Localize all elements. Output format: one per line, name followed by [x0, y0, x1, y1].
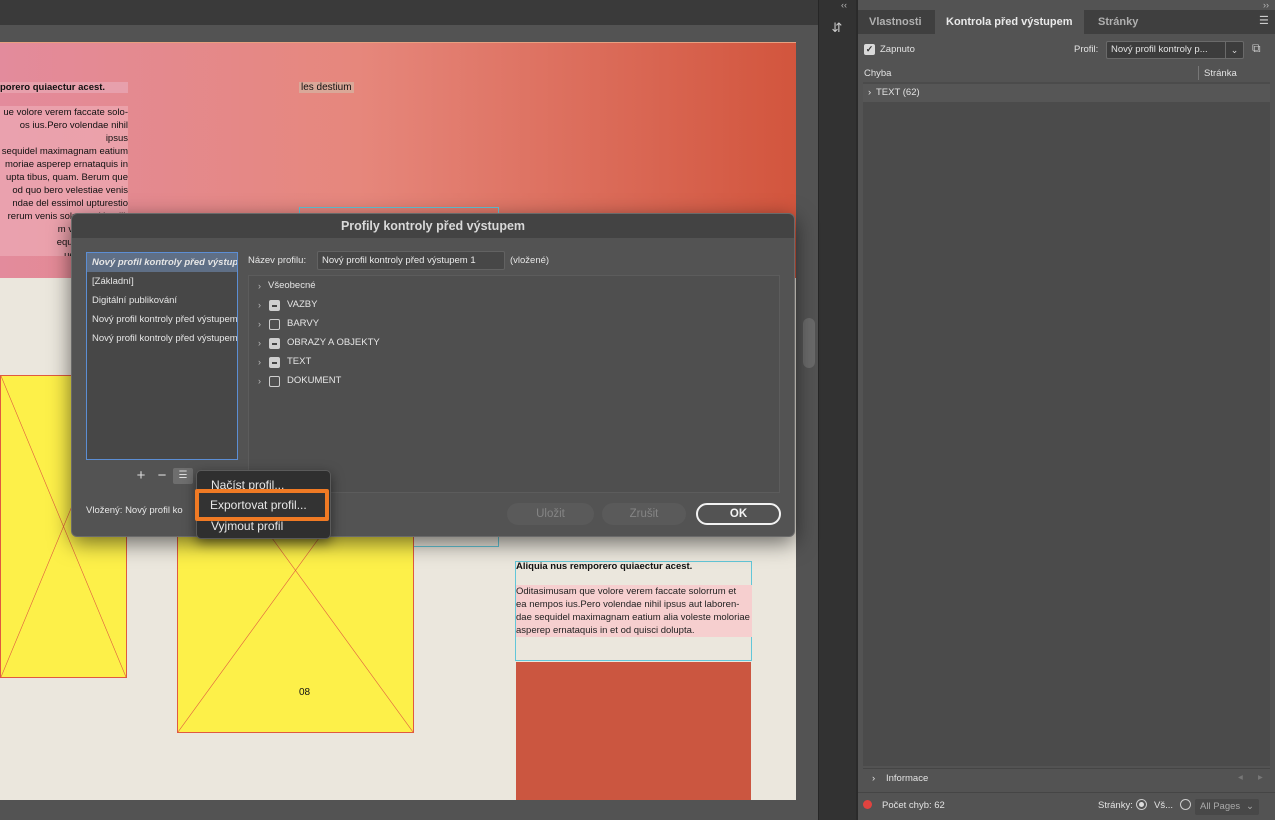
- aside-heading[interactable]: Aliquia nus remporero quiaectur acest.: [516, 561, 692, 572]
- page-number: 08: [299, 687, 311, 698]
- chevron-right-icon[interactable]: ›: [258, 372, 261, 390]
- collapse-panel-icon[interactable]: ››: [1263, 0, 1269, 10]
- red-color-block[interactable]: [516, 662, 751, 800]
- next-arrow-icon[interactable]: ▸: [1258, 772, 1263, 783]
- error-count: Počet chyb: 62: [882, 800, 945, 811]
- profile-dropdown[interactable]: Nový profil kontroly p... ⌄: [1106, 41, 1244, 59]
- aside-body-text[interactable]: Oditasimusam que volore verem faccate so…: [516, 585, 752, 637]
- tree-label: DOKUMENT: [287, 375, 342, 386]
- ok-button[interactable]: OK: [696, 503, 781, 525]
- cancel-button[interactable]: Zrušit: [602, 503, 686, 525]
- info-section[interactable]: › Informace ◂ ▸: [863, 768, 1270, 788]
- placeholder-cross: [178, 530, 413, 732]
- profile-list: Nový profil kontroly před výstupem 1 [Zá…: [86, 252, 238, 460]
- profile-label: Profil:: [1074, 44, 1099, 55]
- info-label: Informace: [886, 773, 929, 784]
- tree-label: TEXT: [287, 356, 312, 367]
- chevron-right-icon[interactable]: ›: [258, 296, 261, 314]
- define-profiles-icon[interactable]: ⧉: [1252, 41, 1266, 55]
- tree-label: VAZBY: [287, 299, 318, 310]
- profile-item-selected[interactable]: Nový profil kontroly před výstupem 1: [87, 253, 237, 272]
- embedded-profile-label: Vložený: Nový profil ko: [86, 505, 183, 516]
- chevron-down-icon: ⌄: [1246, 801, 1254, 812]
- chevron-down-icon: ⌄: [1225, 42, 1243, 58]
- chevron-right-icon[interactable]: ›: [258, 277, 261, 295]
- highlight-callout: Exportovat profil...: [195, 489, 329, 521]
- pages-range-value: All Pages: [1200, 801, 1241, 812]
- pages-all-label: Vš...: [1154, 800, 1174, 811]
- enabled-label: Zapnuto: [880, 44, 915, 55]
- image-placeholder-center[interactable]: [177, 529, 414, 733]
- chevron-right-icon[interactable]: ›: [868, 87, 871, 98]
- error-list: › TEXT (62): [863, 82, 1270, 766]
- menu-item-export-profile[interactable]: Exportovat profil...: [210, 498, 307, 512]
- preflight-panel: ›› Vlastnosti Kontrola před výstupem Str…: [857, 0, 1275, 820]
- document-tab-bar: [0, 0, 818, 25]
- rules-tree: › Všeobecné › VAZBY › BARVY › OBRAZY A O…: [248, 275, 780, 493]
- column-header-error[interactable]: Chyba: [864, 68, 891, 79]
- tree-label: BARVY: [287, 318, 320, 329]
- collapse-dock-icon[interactable]: ‹‹: [841, 0, 847, 10]
- column-header-page[interactable]: Stránka: [1204, 68, 1237, 79]
- profile-name-input[interactable]: Nový profil kontroly před výstupem 1: [317, 251, 505, 270]
- tree-label: OBRAZY A OBJEKTY: [287, 337, 380, 348]
- pages-label: Stránky:: [1098, 800, 1133, 811]
- rule-checkbox[interactable]: [269, 338, 280, 349]
- error-row-label: TEXT (62): [876, 87, 920, 98]
- pages-all-radio[interactable]: [1136, 799, 1147, 810]
- rule-checkbox[interactable]: [269, 319, 280, 330]
- app-window: porero quiaectur acest. ue volore verem …: [0, 0, 1275, 820]
- tab-pages[interactable]: Stránky: [1087, 10, 1149, 34]
- preflight-panel-icon[interactable]: ⇵: [828, 20, 846, 38]
- hero-heading[interactable]: porero quiaectur acest.: [0, 82, 128, 93]
- save-button[interactable]: Uložit: [507, 503, 594, 525]
- remove-profile-button[interactable]: −: [155, 468, 169, 484]
- status-bar: Počet chyb: 62 Stránky: Vš... All Pages …: [858, 792, 1275, 820]
- enabled-checkbox[interactable]: ✓: [864, 44, 875, 55]
- preflight-profiles-dialog: Profily kontroly před výstupem Nový prof…: [71, 213, 795, 537]
- tree-label: Všeobecné: [268, 280, 316, 291]
- dialog-title: Profily kontroly před výstupem: [72, 214, 794, 238]
- pages-range-radio[interactable]: [1180, 799, 1191, 810]
- chevron-right-icon[interactable]: ›: [258, 315, 261, 333]
- vertical-scrollbar[interactable]: [803, 318, 815, 368]
- pages-range-dropdown[interactable]: All Pages ⌄: [1195, 799, 1259, 815]
- profile-item-new-3[interactable]: Nový profil kontroly před výstupem 3: [87, 329, 237, 348]
- profile-item-new-2[interactable]: Nový profil kontroly před výstupem 2: [87, 310, 237, 329]
- error-row-text[interactable]: › TEXT (62): [863, 84, 1270, 102]
- profile-embedded-suffix: (vložené): [510, 255, 550, 266]
- column-divider[interactable]: [1198, 66, 1199, 80]
- tab-preflight[interactable]: Kontrola před výstupem: [935, 10, 1084, 34]
- chevron-right-icon[interactable]: ›: [258, 353, 261, 371]
- floating-text[interactable]: les destium: [299, 82, 354, 93]
- panel-dock-strip: [818, 0, 856, 820]
- rule-checkbox[interactable]: [269, 357, 280, 368]
- tab-properties[interactable]: Vlastnosti: [858, 10, 933, 34]
- profile-dropdown-value: Nový profil kontroly p...: [1111, 44, 1208, 55]
- profile-item-basic[interactable]: [Základní]: [87, 272, 237, 291]
- error-status-dot: [863, 800, 872, 809]
- rule-checkbox[interactable]: [269, 376, 280, 387]
- add-profile-button[interactable]: +: [134, 468, 148, 484]
- chevron-right-icon[interactable]: ›: [258, 334, 261, 352]
- rule-checkbox[interactable]: [269, 300, 280, 311]
- profile-item-digital[interactable]: Digitální publikování: [87, 291, 237, 310]
- menu-item-remove-profile[interactable]: Vyjmout profil: [211, 519, 283, 533]
- profile-menu-button[interactable]: ☰: [173, 468, 193, 484]
- chevron-right-icon[interactable]: ›: [872, 773, 875, 784]
- prev-arrow-icon[interactable]: ◂: [1238, 772, 1243, 783]
- panel-tabs: Vlastnosti Kontrola před výstupem Stránk…: [858, 10, 1275, 34]
- profile-name-label: Název profilu:: [248, 255, 307, 266]
- panel-menu-icon[interactable]: ☰: [1259, 15, 1271, 27]
